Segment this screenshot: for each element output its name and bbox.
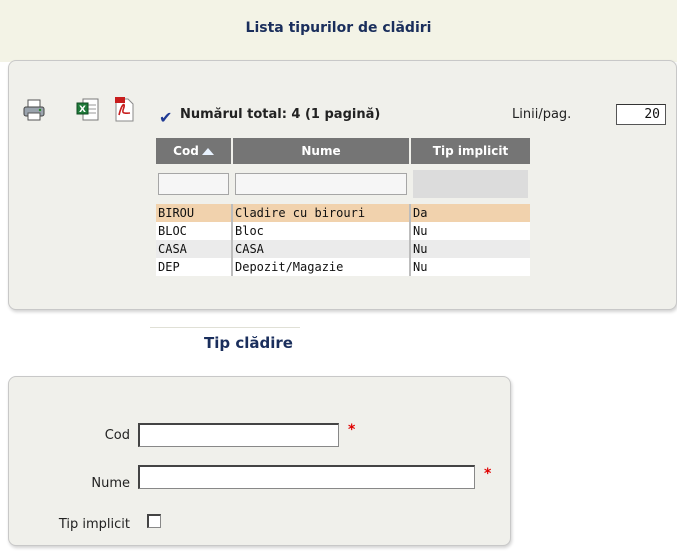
column-header-tip-implicit[interactable]: Tip implicit — [410, 138, 530, 164]
cell-nume: Bloc — [232, 222, 411, 240]
filter-cell-tip — [410, 164, 530, 204]
page-title: Lista tipurilor de clădiri — [245, 20, 432, 36]
table-row[interactable]: BLOC Bloc Nu — [156, 222, 530, 240]
cell-tip: Nu — [410, 222, 530, 240]
svg-text:X: X — [79, 105, 86, 115]
printer-icon[interactable] — [22, 97, 46, 123]
excel-icon[interactable]: X — [76, 97, 100, 123]
pdf-icon[interactable] — [112, 97, 136, 123]
cod-label: Cod — [104, 428, 130, 443]
rows-per-page-label: Linii/pag. — [512, 107, 572, 122]
column-header-cod[interactable]: Cod — [156, 138, 233, 164]
cell-nume: CASA — [232, 240, 411, 258]
cell-cod: CASA — [156, 240, 233, 258]
filter-row — [156, 164, 530, 204]
table-row[interactable]: BIROU Cladire cu birouri Da — [156, 204, 530, 222]
column-header-nume[interactable]: Nume — [232, 138, 411, 164]
filter-input-cod[interactable] — [158, 173, 229, 195]
filter-cell-nume — [232, 164, 411, 204]
cod-required-marker: * — [348, 422, 356, 438]
cell-nume: Cladire cu birouri — [232, 204, 411, 222]
cod-input[interactable] — [138, 423, 339, 447]
cell-tip: Nu — [410, 258, 530, 276]
checkmark-icon[interactable]: ✔ — [159, 108, 172, 127]
cell-cod: DEP — [156, 258, 233, 276]
table-row[interactable]: CASA CASA Nu — [156, 240, 530, 258]
table-row[interactable]: DEP Depozit/Magazie Nu — [156, 258, 530, 276]
cell-tip: Nu — [410, 240, 530, 258]
cell-cod: BLOC — [156, 222, 233, 240]
cell-tip: Da — [410, 204, 530, 222]
total-count-text: Numărul total: 4 (1 pagină) — [180, 107, 381, 122]
nume-input[interactable] — [138, 465, 475, 489]
building-types-table: Cod Nume Tip implicit BIROU Cladire cu b… — [156, 138, 530, 276]
filter-input-nume[interactable] — [235, 173, 407, 195]
sort-ascending-icon — [201, 148, 214, 155]
divider — [150, 327, 300, 328]
form-title: Tip clădire — [204, 334, 293, 352]
tip-implicit-label: Tip implicit — [58, 517, 130, 532]
cell-nume: Depozit/Magazie — [232, 258, 411, 276]
rows-per-page-input[interactable]: 20 — [616, 104, 666, 125]
nume-required-marker: * — [484, 466, 492, 482]
tip-implicit-checkbox[interactable] — [147, 514, 161, 528]
filter-input-tip[interactable] — [413, 170, 528, 198]
nume-label: Nume — [91, 476, 130, 491]
cell-cod: BIROU — [156, 204, 233, 222]
filter-cell-cod — [156, 164, 233, 204]
